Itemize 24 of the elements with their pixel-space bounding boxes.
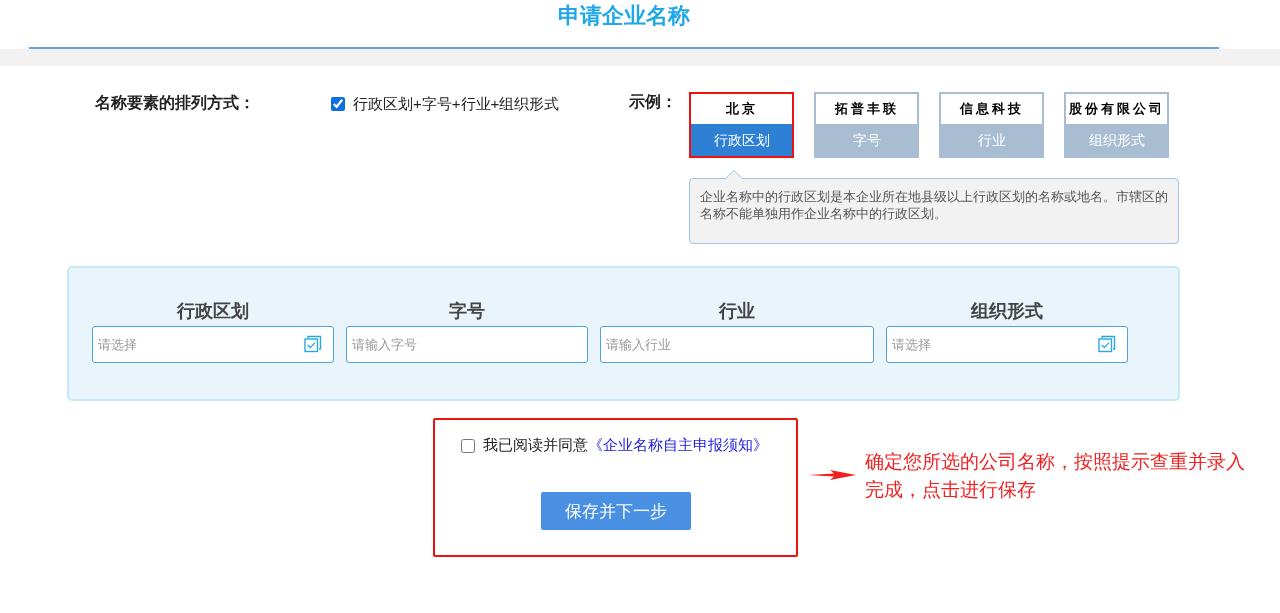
arrangement-option-label: 行政区划+字号+行业+组织形式 — [353, 94, 560, 114]
example-tab[interactable]: 拓普丰联 字号 — [814, 92, 919, 158]
example-tab[interactable]: 股份有限公司 组织形式 — [1064, 92, 1169, 158]
example-tab[interactable]: 信息科技 行业 — [939, 92, 1044, 158]
annotation-text: 确定您所选的公司名称，按照提示查重并录入完成，点击进行保存 — [865, 450, 1246, 502]
agreement-link[interactable]: 《企业名称自主申报须知》 — [588, 436, 768, 455]
checklist-icon[interactable] — [304, 335, 322, 353]
field-label: 行业 — [719, 300, 755, 323]
agreement-checkbox[interactable] — [461, 438, 475, 453]
select-field[interactable]: 请选择 — [886, 326, 1128, 363]
select-field[interactable]: 请选择 — [92, 326, 334, 363]
input-field[interactable]: 请输入字号 — [346, 326, 588, 363]
example-label: 示例： — [629, 92, 678, 112]
arrangement-label: 名称要素的排列方式： — [95, 93, 256, 113]
field-label: 组织形式 — [971, 300, 1043, 323]
agreement-text: 我已阅读并同意 — [483, 436, 588, 455]
arrangement-checkbox[interactable] — [331, 97, 345, 111]
example-tab[interactable]: 北京 行政区划 — [689, 92, 794, 158]
field-label: 行政区划 — [177, 300, 249, 323]
tooltip: 企业名称中的行政区划是本企业所在地县级以上行政区划的名称或地名。市辖区的名称不能单独用作企业名称中的行政区划。 — [689, 178, 1179, 244]
input-field[interactable]: 请输入行业 — [600, 326, 874, 363]
field-label: 字号 — [449, 300, 485, 323]
checklist-icon[interactable] — [1098, 335, 1116, 353]
page-title: 申请企业名称 — [558, 2, 690, 30]
